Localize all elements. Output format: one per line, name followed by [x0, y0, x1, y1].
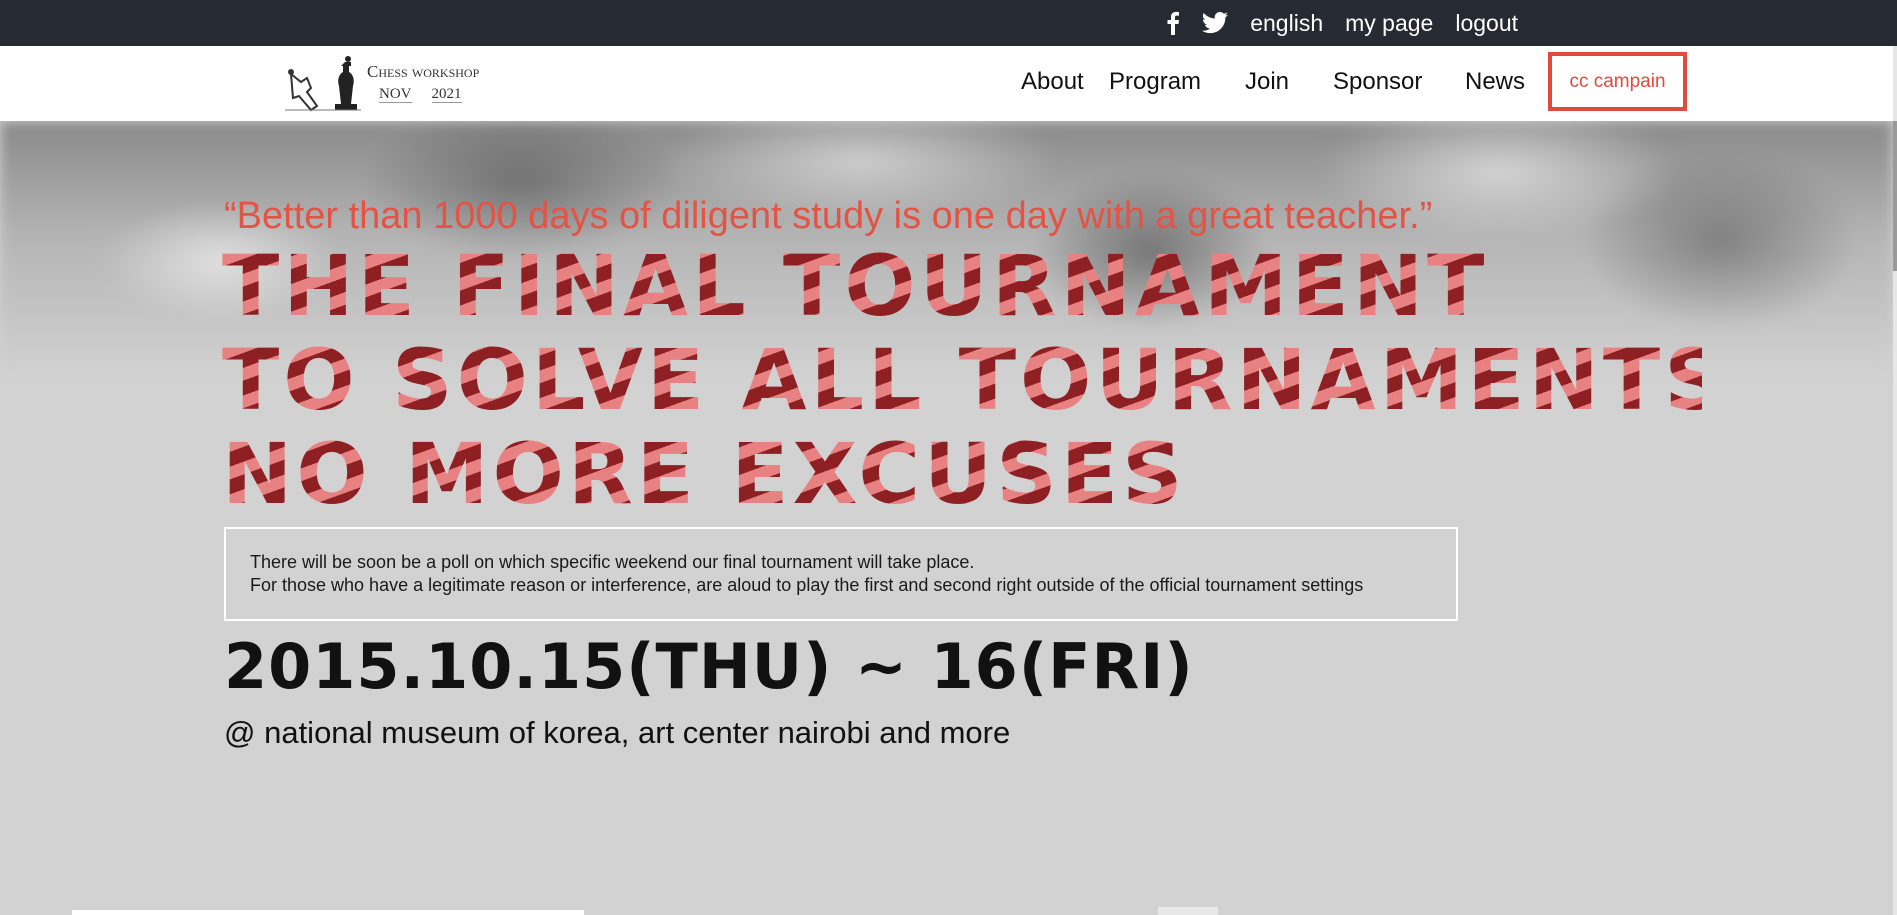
my-page-link[interactable]: my page [1345, 10, 1433, 37]
site-logo[interactable]: Chess workshop NOV 2021 [283, 50, 493, 116]
nav-item-join[interactable]: Join [1245, 68, 1289, 96]
scrollbar-thumb[interactable] [1893, 121, 1897, 271]
chess-pieces-icon [285, 56, 361, 112]
bottom-chip-edge [1158, 907, 1218, 915]
logout-link[interactable]: logout [1455, 10, 1518, 37]
nav-item-program[interactable]: Program [1109, 68, 1201, 96]
event-venue: @ national museum of korea, art center n… [224, 715, 1011, 750]
notice-box: There will be soon be a poll on which sp… [224, 527, 1458, 621]
hero-headline: THE FINAL TOURNAMENT TO SOLVE ALL TOURNA… [222, 239, 1729, 521]
logo-title: Chess workshop [367, 61, 480, 81]
twitter-icon[interactable] [1202, 12, 1229, 34]
cc-campaign-button[interactable]: cc campain [1548, 52, 1687, 111]
logo-year: 2021 [431, 85, 462, 104]
hero-quote: “Better than 1000 days of diligent study… [224, 195, 1433, 237]
bottom-card-edge [72, 910, 584, 915]
nav-item-sponsor[interactable]: Sponsor [1333, 68, 1422, 96]
headline-line-3: NO MORE EXCUSES [222, 427, 1702, 521]
logo-month: NOV [379, 85, 412, 104]
logo-text: Chess workshop NOV 2021 [367, 61, 480, 104]
hero-banner: “Better than 1000 days of diligent study… [0, 121, 1893, 915]
main-navbar: Chess workshop NOV 2021 About Program Jo… [0, 46, 1897, 121]
nav-item-news[interactable]: News [1465, 68, 1525, 96]
notice-line-1: There will be soon be a poll on which sp… [250, 552, 975, 572]
headline-line-1: THE FINAL TOURNAMENT [222, 239, 1702, 333]
facebook-icon[interactable] [1166, 11, 1180, 35]
utility-links: english my page logout [1166, 0, 1518, 46]
language-link[interactable]: english [1250, 10, 1323, 37]
headline-line-2: TO SOLVE ALL TOURNAMENTS [222, 331, 1729, 429]
top-utility-bar: english my page logout [0, 0, 1897, 46]
event-date: 2015.10.15(THU) ~ 16(FRI) [224, 630, 1194, 703]
logo-date: NOV 2021 [367, 86, 479, 104]
notice-line-2: For those who have a legitimate reason o… [250, 575, 1364, 595]
nav-item-about[interactable]: About [1021, 68, 1084, 96]
